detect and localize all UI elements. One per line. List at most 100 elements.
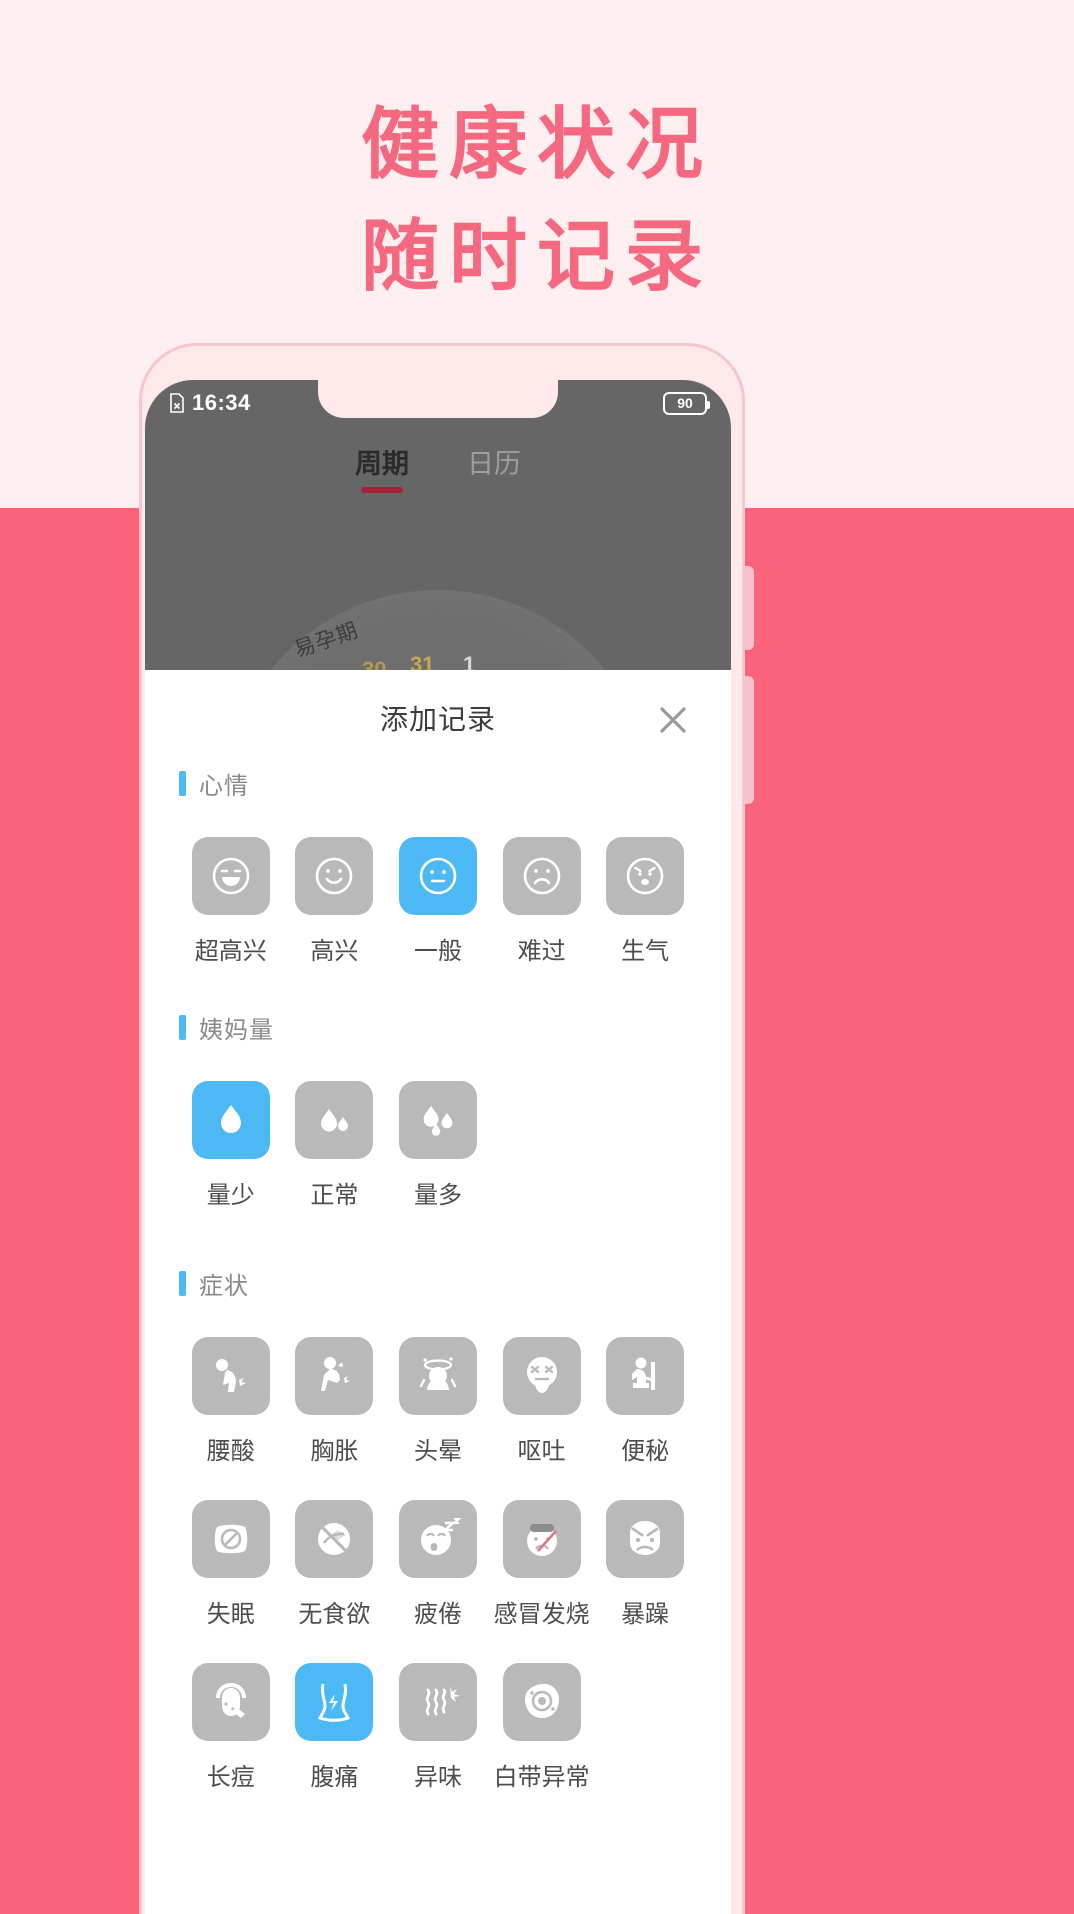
fever-icon[interactable]	[502, 1500, 581, 1578]
app-background-dimmed: 易孕期 30 31 1 16:34 90 周期 日历	[145, 380, 731, 1020]
symptom-label: 胸胀	[310, 1438, 359, 1465]
abdominal-pain-icon[interactable]	[295, 1663, 374, 1741]
flow-option-heavy[interactable]: 量多	[386, 1081, 490, 1210]
phone-side-button-upper	[744, 566, 754, 650]
face-very-happy-icon[interactable]	[191, 837, 270, 915]
face-sad-icon[interactable]	[502, 837, 581, 915]
symptom-label: 腹痛	[310, 1764, 359, 1791]
headline-line-2: 随时记录	[360, 212, 713, 300]
sheet-header: 添加记录	[145, 670, 731, 766]
symptom-label: 暴躁	[621, 1601, 670, 1628]
symptom-option-fatigue[interactable]: 疲倦	[386, 1500, 490, 1629]
insomnia-icon[interactable]	[191, 1500, 270, 1578]
flow-label: 量少	[206, 1182, 255, 1209]
mood-label: 一般	[413, 938, 462, 965]
section-accent-bar	[179, 1271, 186, 1296]
flow-label: 正常	[310, 1182, 359, 1209]
section-accent-bar	[179, 771, 186, 796]
battery-level: 90	[677, 395, 693, 411]
symptom-option-irritable[interactable]: 暴躁	[593, 1500, 697, 1629]
section-mood: 心情 超高兴 高兴 一般 难过 生气	[145, 766, 731, 1000]
symptom-option-no-appetite[interactable]: 无食欲	[283, 1500, 387, 1629]
section-title-flow: 姨妈量	[199, 1017, 274, 1044]
section-title-symptoms: 症状	[199, 1273, 249, 1300]
section-symptoms: 症状 腰酸 胸胀 头晕 呕吐 便秘 失眠 无食欲 疲倦 感冒发烧 暴躁 长痘 腹…	[145, 1266, 731, 1826]
tab-calendar[interactable]: 日历	[467, 442, 521, 493]
mood-label: 超高兴	[194, 938, 267, 965]
mood-option-angry[interactable]: 生气	[593, 837, 697, 966]
mood-label: 难过	[517, 938, 566, 965]
symptom-option-back-pain[interactable]: 腰酸	[179, 1337, 283, 1466]
face-angry-icon[interactable]	[606, 837, 685, 915]
acne-icon[interactable]	[191, 1663, 270, 1741]
symptom-label: 异味	[413, 1764, 462, 1791]
face-happy-icon[interactable]	[295, 837, 374, 915]
irritable-icon[interactable]	[606, 1500, 685, 1578]
section-accent-bar	[179, 1015, 186, 1040]
close-icon[interactable]	[651, 698, 695, 742]
drop-three-icon[interactable]	[398, 1081, 477, 1159]
vomit-icon[interactable]	[502, 1337, 581, 1415]
symptom-label: 白带异常	[493, 1764, 590, 1791]
dizzy-icon[interactable]	[398, 1337, 477, 1415]
symptom-label: 失眠	[206, 1601, 255, 1628]
flow-option-light[interactable]: 量少	[179, 1081, 283, 1210]
section-header: 姨妈量	[179, 1010, 697, 1045]
symptom-option-dizzy[interactable]: 头晕	[386, 1337, 490, 1466]
fatigue-icon[interactable]	[398, 1500, 477, 1578]
flow-option-normal[interactable]: 正常	[283, 1081, 387, 1210]
add-record-sheet: 添加记录 心情 超高兴 高兴 一般 难过 生气 姨妈量 量少 正常 量多 症状 …	[145, 670, 731, 1914]
symptom-label: 无食欲	[298, 1601, 371, 1628]
symptom-label: 头晕	[413, 1438, 462, 1465]
back-pain-icon[interactable]	[191, 1337, 270, 1415]
phone-screen: 易孕期 30 31 1 16:34 90 周期 日历	[145, 380, 731, 1914]
symptom-label: 长痘	[206, 1764, 255, 1791]
mood-option-sad[interactable]: 难过	[490, 837, 594, 966]
constipation-icon[interactable]	[606, 1337, 685, 1415]
mood-label: 生气	[621, 938, 670, 965]
section-header: 心情	[179, 766, 697, 801]
chest-pain-icon[interactable]	[295, 1337, 374, 1415]
section-title-mood: 心情	[199, 773, 249, 800]
phone-notch	[318, 380, 558, 418]
mood-option-happy[interactable]: 高兴	[283, 837, 387, 966]
drop-two-icon[interactable]	[295, 1081, 374, 1159]
symptom-label: 便秘	[621, 1438, 670, 1465]
mood-option-very-happy[interactable]: 超高兴	[179, 837, 283, 966]
section-flow: 姨妈量 量少 正常 量多	[145, 1010, 731, 1244]
no-appetite-icon[interactable]	[295, 1500, 374, 1578]
section-header: 症状	[179, 1266, 697, 1301]
mood-option-neutral[interactable]: 一般	[386, 837, 490, 966]
symptom-option-acne[interactable]: 长痘	[179, 1663, 283, 1792]
sheet-title: 添加记录	[379, 704, 496, 735]
symptom-label: 疲倦	[413, 1601, 462, 1628]
symptom-option-constipation[interactable]: 便秘	[593, 1337, 697, 1466]
flow-grid: 量少 正常 量多	[179, 1081, 697, 1244]
symptom-grid: 腰酸 胸胀 头晕 呕吐 便秘 失眠 无食欲 疲倦 感冒发烧 暴躁 长痘 腹痛 异…	[179, 1337, 697, 1826]
odor-icon[interactable]	[398, 1663, 477, 1741]
drop-one-icon[interactable]	[191, 1081, 270, 1159]
flow-label: 量多	[413, 1182, 462, 1209]
symptom-option-odor[interactable]: 异味	[386, 1663, 490, 1792]
tab-cycle[interactable]: 周期	[355, 442, 409, 493]
symptom-label: 感冒发烧	[493, 1601, 590, 1628]
symptom-option-discharge[interactable]: 白带异常	[490, 1663, 594, 1792]
document-x-icon	[169, 393, 185, 413]
symptom-option-chest-pain[interactable]: 胸胀	[283, 1337, 387, 1466]
symptom-option-vomit[interactable]: 呕吐	[490, 1337, 594, 1466]
mood-label: 高兴	[310, 938, 359, 965]
symptom-label: 呕吐	[517, 1438, 566, 1465]
battery-icon: 90	[663, 391, 710, 415]
symptom-option-abdominal-pain[interactable]: 腹痛	[283, 1663, 387, 1792]
face-neutral-icon[interactable]	[398, 837, 477, 915]
discharge-icon[interactable]	[502, 1663, 581, 1741]
symptom-label: 腰酸	[206, 1438, 255, 1465]
app-tab-bar: 周期 日历	[145, 442, 731, 493]
mood-grid: 超高兴 高兴 一般 难过 生气	[179, 837, 697, 1000]
symptom-option-insomnia[interactable]: 失眠	[179, 1500, 283, 1629]
phone-side-button-lower	[744, 676, 754, 804]
status-bar-time: 16:34	[192, 390, 251, 415]
headline: 健康状况 随时记录	[0, 88, 1074, 312]
headline-line-1: 健康状况	[360, 100, 713, 188]
symptom-option-fever[interactable]: 感冒发烧	[490, 1500, 594, 1629]
